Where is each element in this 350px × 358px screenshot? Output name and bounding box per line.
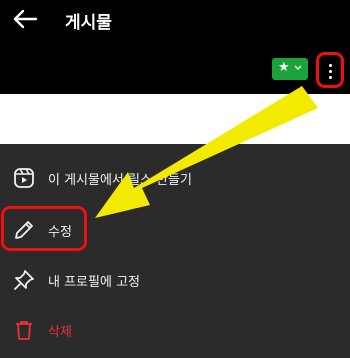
trash-icon bbox=[16, 321, 32, 340]
pin-icon bbox=[14, 270, 34, 290]
reels-play-icon bbox=[14, 168, 34, 188]
post-content-preview bbox=[0, 94, 350, 144]
menu-item-label: 이 게시물에서 릴스 만들기 bbox=[48, 173, 192, 188]
star-icon: ★ bbox=[278, 60, 290, 75]
more-options-button[interactable] bbox=[316, 52, 344, 88]
vertical-dots-icon bbox=[329, 64, 332, 67]
top-app-bar: 게시물 bbox=[0, 0, 350, 40]
page-title: 게시물 bbox=[65, 13, 112, 33]
menu-item-label: 삭제 bbox=[48, 325, 72, 340]
menu-item-pin-to-profile[interactable]: 내 프로필에 고정 bbox=[0, 260, 350, 300]
options-menu-sheet: 이 게시물에서 릴스 만들기 수정 내 프로필에 고정 삭제 bbox=[0, 144, 350, 358]
arrow-left-icon[interactable] bbox=[12, 7, 38, 31]
favorite-dropdown-button[interactable]: ★ bbox=[272, 58, 308, 80]
menu-item-label: 내 프로필에 고정 bbox=[48, 275, 140, 290]
chevron-down-icon bbox=[294, 65, 302, 70]
menu-item-create-reels[interactable]: 이 게시물에서 릴스 만들기 bbox=[0, 158, 350, 198]
menu-item-delete[interactable]: 삭제 bbox=[0, 310, 350, 350]
edit-highlight-box bbox=[1, 206, 87, 251]
